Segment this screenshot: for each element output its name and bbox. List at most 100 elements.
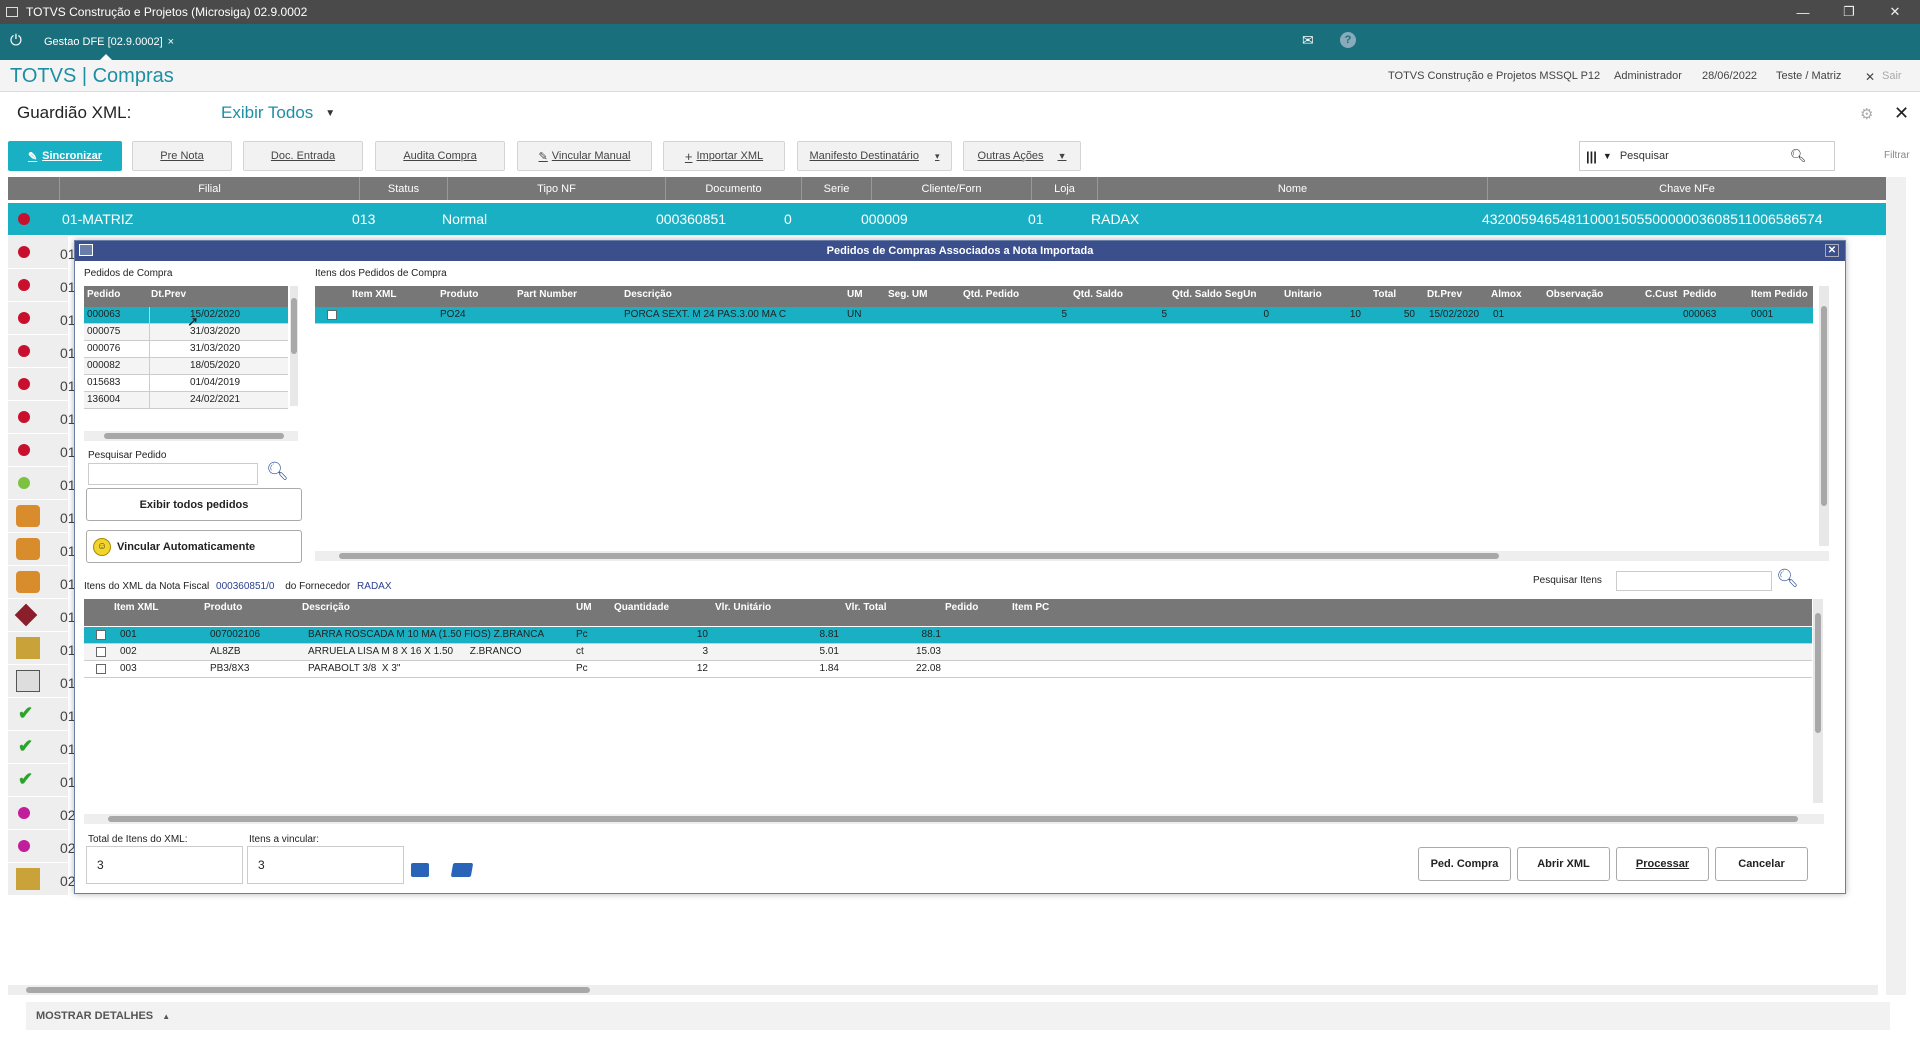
- pedido-row[interactable]: 000063 15/02/2020: [84, 307, 288, 324]
- row-checkbox[interactable]: [96, 664, 106, 674]
- tab-close-icon[interactable]: ×: [168, 36, 174, 48]
- main-grid-row[interactable]: 01: [8, 236, 76, 269]
- main-vscrollbar[interactable]: [1886, 177, 1906, 995]
- main-grid-row[interactable]: 01: [8, 368, 76, 401]
- col-seg-um[interactable]: Seg. UM: [888, 289, 927, 300]
- folder-icon[interactable]: [411, 863, 429, 877]
- main-grid-row[interactable]: 02: [8, 830, 76, 863]
- main-grid-row[interactable]: ✔ 01: [8, 764, 76, 797]
- itens-pedidos-hscrollbar[interactable]: [315, 551, 1829, 561]
- xml-item-row[interactable]: 002 AL8ZB ARRUELA LISA M 8 X 16 X 1.50 Z…: [84, 644, 1812, 661]
- pedidos-hscrollbar[interactable]: [84, 431, 298, 441]
- col-loja[interactable]: Loja: [1032, 177, 1098, 200]
- col-qtd-saldo[interactable]: Qtd. Saldo: [1073, 289, 1123, 300]
- main-grid-row[interactable]: 01: [8, 665, 76, 698]
- main-grid-row[interactable]: 01: [8, 599, 76, 632]
- mail-icon[interactable]: ✉: [1302, 32, 1314, 49]
- main-grid-row[interactable]: 01: [8, 533, 76, 566]
- outras-acoes-button[interactable]: Outras Ações ▼: [963, 141, 1081, 171]
- col-documento[interactable]: Documento: [666, 177, 802, 200]
- col-pedido[interactable]: Pedido: [87, 289, 120, 300]
- main-grid-row[interactable]: 02: [8, 863, 76, 896]
- help-icon[interactable]: ?: [1340, 32, 1356, 48]
- pedido-row[interactable]: 000076 31/03/2020: [84, 341, 288, 358]
- close-page-icon[interactable]: ✕: [1894, 103, 1909, 124]
- row-checkbox[interactable]: [327, 310, 337, 320]
- col-dt-prev[interactable]: Dt.Prev: [1427, 289, 1462, 300]
- minimize-icon[interactable]: —: [1780, 0, 1826, 24]
- doc-entrada-button[interactable]: Doc. Entrada: [243, 141, 363, 171]
- main-grid-row[interactable]: 02: [8, 797, 76, 830]
- col-descricao[interactable]: Descrição: [302, 602, 350, 613]
- folder-open-icon[interactable]: [450, 863, 474, 877]
- processar-button[interactable]: Processar: [1616, 847, 1709, 881]
- filter-link[interactable]: Filtrar: [1884, 150, 1910, 161]
- exit-icon[interactable]: ✕: [1865, 70, 1875, 84]
- exibir-todos-button[interactable]: Exibir todos pedidos: [86, 488, 302, 521]
- main-grid-row[interactable]: 01: [8, 500, 76, 533]
- col-nome[interactable]: Nome: [1098, 177, 1488, 200]
- itens-pedidos-vscrollbar[interactable]: [1819, 286, 1829, 546]
- xml-vscrollbar[interactable]: [1813, 599, 1823, 803]
- filter-dropdown[interactable]: Exibir Todos ▼: [221, 103, 335, 123]
- item-pedido-row[interactable]: PO24 PORCA SEXT. M 24 PAS.3.00 MA C UN 5…: [315, 307, 1813, 324]
- col-item-xml[interactable]: Item XML: [114, 602, 158, 613]
- search-input[interactable]: Pesquisar: [1620, 150, 1790, 162]
- search-icon[interactable]: 🔍︎: [1790, 148, 1807, 164]
- main-grid-row[interactable]: ✔ 01: [8, 698, 76, 731]
- magnifier-icon[interactable]: 🔍︎: [266, 461, 289, 482]
- power-icon[interactable]: ⏻: [10, 32, 22, 49]
- row-checkbox[interactable]: [96, 647, 106, 657]
- dialog-close-icon[interactable]: ✕: [1825, 244, 1839, 257]
- col-produto[interactable]: Produto: [204, 602, 242, 613]
- col-ccust[interactable]: C.Cust: [1645, 289, 1681, 300]
- mostrar-detalhes-button[interactable]: MOSTRAR DETALHES ▲: [36, 1010, 170, 1022]
- abrir-xml-button[interactable]: Abrir XML: [1517, 847, 1610, 881]
- main-grid-row[interactable]: 01: [8, 401, 76, 434]
- col-um[interactable]: UM: [847, 289, 863, 300]
- main-grid-row[interactable]: 01: [8, 434, 76, 467]
- main-grid-row[interactable]: ✔ 01: [8, 731, 76, 764]
- main-grid-row-selected[interactable]: 01-MATRIZ 013 Normal 000360851 0 000009 …: [8, 203, 1886, 235]
- main-grid-row[interactable]: 01: [8, 269, 76, 302]
- col-qtd-saldo-segun[interactable]: Qtd. Saldo SegUn: [1172, 289, 1256, 300]
- col-vlr-total[interactable]: Vlr. Total: [845, 602, 887, 613]
- col-produto[interactable]: Produto: [440, 289, 478, 300]
- audita-compra-button[interactable]: Audita Compra: [375, 141, 505, 171]
- main-grid-row[interactable]: 01: [8, 302, 76, 335]
- main-grid-row[interactable]: 01: [8, 632, 76, 665]
- row-checkbox[interactable]: [96, 630, 106, 640]
- main-hscrollbar[interactable]: [8, 985, 1878, 995]
- columns-icon[interactable]: |||: [1586, 149, 1597, 164]
- pre-nota-button[interactable]: Pre Nota: [132, 141, 232, 171]
- importar-xml-button[interactable]: + Importar XML: [663, 141, 785, 171]
- col-part-number[interactable]: Part Number: [517, 289, 577, 300]
- col-cliente[interactable]: Cliente/Forn: [872, 177, 1032, 200]
- col-observacao[interactable]: Observação: [1546, 289, 1603, 300]
- col-status[interactable]: Status: [360, 177, 448, 200]
- ped-compra-button[interactable]: Ped. Compra: [1418, 847, 1511, 881]
- col-item-pc[interactable]: Item PC: [1012, 602, 1049, 613]
- vincular-auto-button[interactable]: ☺ Vincular Automaticamente: [86, 530, 302, 563]
- col-item-xml[interactable]: Item XML: [352, 289, 396, 300]
- sync-button[interactable]: ✎ Sincronizar: [8, 141, 122, 171]
- pedido-row[interactable]: 015683 01/04/2019: [84, 375, 288, 392]
- pedido-row[interactable]: 136004 24/02/2021: [84, 392, 288, 409]
- col-pedido[interactable]: Pedido: [1683, 289, 1716, 300]
- exit-label[interactable]: Sair: [1882, 70, 1902, 82]
- pesquisar-itens-input[interactable]: [1616, 571, 1772, 591]
- col-vlr-unitario[interactable]: Vlr. Unitário: [715, 602, 771, 613]
- settings-icon[interactable]: ⚙: [1860, 105, 1873, 123]
- col-item-pedido[interactable]: Item Pedido: [1751, 289, 1811, 300]
- pedidos-vscrollbar[interactable]: [290, 286, 298, 406]
- cancelar-button[interactable]: Cancelar: [1715, 847, 1808, 881]
- close-window-icon[interactable]: ✕: [1872, 0, 1918, 24]
- pedido-row[interactable]: 000082 18/05/2020: [84, 358, 288, 375]
- col-serie[interactable]: Serie: [802, 177, 872, 200]
- col-filial[interactable]: Filial: [60, 177, 360, 200]
- col-total[interactable]: Total: [1373, 289, 1396, 300]
- col-unitario[interactable]: Unitario: [1284, 289, 1322, 300]
- col-descricao[interactable]: Descrição: [624, 289, 672, 300]
- columns-dropdown-icon[interactable]: ▼: [1603, 151, 1612, 161]
- vincular-manual-button[interactable]: ✎ Vincular Manual: [517, 141, 652, 171]
